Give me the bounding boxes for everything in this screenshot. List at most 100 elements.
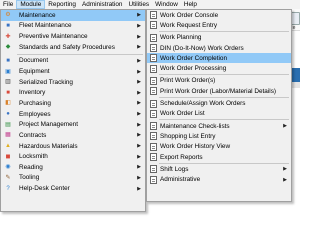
truck-icon: ■ xyxy=(6,22,10,29)
module-item-maintenance[interactable]: ⚙ Maintenance ▶ xyxy=(1,10,145,21)
document-icon xyxy=(149,99,157,108)
menu-window[interactable]: Window xyxy=(152,0,181,9)
module-item-label: Maintenance xyxy=(19,11,56,19)
module-item-label: Purchasing xyxy=(19,99,51,107)
maintenance-item-export-reports[interactable]: Export Reports xyxy=(147,152,291,162)
module-item-label: Help-Desk Center xyxy=(19,185,70,193)
maintenance-item-label: Print Work Order(s) xyxy=(160,77,216,85)
module-item-project-management[interactable]: ▤ Project Management ▶ xyxy=(1,119,145,130)
module-item-employees[interactable]: ● Employees ▶ xyxy=(1,109,145,120)
gauge-icon: ◉ xyxy=(5,164,11,171)
document-icon xyxy=(149,122,157,131)
maintenance-item-shift-logs[interactable]: Shift Logs ▶ xyxy=(147,164,291,174)
module-item-fleet-maintenance[interactable]: ■ Fleet Maintenance ▶ xyxy=(1,21,145,32)
maintenance-item-label: Work Order Processing xyxy=(160,65,227,73)
document-icon xyxy=(149,64,157,73)
module-item-equipment[interactable]: ▣ Equipment ▶ xyxy=(1,66,145,77)
maintenance-submenu: Work Order Console Work Request Entry Work… xyxy=(146,9,292,202)
document-icon xyxy=(149,44,157,53)
maintenance-item-label: Work Order Completion xyxy=(160,54,228,62)
maintenance-item-din-do-it-now-work-orders[interactable]: DIN (Do-It-Now) Work Orders xyxy=(147,43,291,53)
chevron-right-icon: ▶ xyxy=(137,44,141,51)
menu-reporting[interactable]: Reporting xyxy=(45,0,79,9)
chevron-right-icon: ▶ xyxy=(283,166,287,173)
hazard-icon: ▲ xyxy=(5,143,11,149)
module-item-label: Standards and Safety Procedures xyxy=(19,43,115,51)
tool-icon: ✎ xyxy=(5,174,11,181)
chevron-right-icon: ▶ xyxy=(137,79,141,86)
menu-administration[interactable]: Administration xyxy=(79,0,126,9)
module-item-preventive-maintenance[interactable]: ✚ Preventive Maintenance ▶ xyxy=(1,31,145,42)
module-item-serialized-tracking[interactable]: ▥ Serialized Tracking ▶ xyxy=(1,77,145,88)
document-icon xyxy=(149,54,157,63)
maintenance-item-label: Shopping List Entry xyxy=(160,132,216,140)
module-item-document[interactable]: ■ Document ▶ xyxy=(1,56,145,67)
module-item-standards-and-safety-procedures[interactable]: ◆ Standards and Safety Procedures ▶ xyxy=(1,42,145,53)
module-item-reading[interactable]: ◉ Reading ▶ xyxy=(1,162,145,173)
folder-icon: ■ xyxy=(6,57,10,64)
chevron-right-icon: ▶ xyxy=(137,121,141,128)
maintenance-item-label: Schedule/Assign Work Orders xyxy=(160,100,246,108)
chart-icon: ▤ xyxy=(5,121,11,128)
module-item-label: Fleet Maintenance xyxy=(19,22,72,30)
chevron-right-icon: ▶ xyxy=(137,89,141,96)
maintenance-item-work-planning[interactable]: Work Planning xyxy=(147,33,291,43)
maintenance-item-label: Maintenance Check-lists xyxy=(160,122,230,130)
maintenance-item-maintenance-check-lists[interactable]: Maintenance Check-lists ▶ xyxy=(147,121,291,131)
document-icon xyxy=(149,11,157,20)
gear-icon: ⚙ xyxy=(5,12,11,19)
menu-module[interactable]: Module xyxy=(16,0,46,9)
cart-icon: ◧ xyxy=(5,100,11,107)
document-icon xyxy=(149,132,157,141)
maintenance-item-work-order-processing[interactable]: Work Order Processing xyxy=(147,63,291,73)
chevron-right-icon: ▶ xyxy=(137,22,141,29)
module-item-hazardous-materials[interactable]: ▲ Hazardous Materials ▶ xyxy=(1,141,145,152)
maintenance-item-work-order-console[interactable]: Work Order Console xyxy=(147,10,291,20)
module-item-locksmith[interactable]: ◼ Locksmith ▶ xyxy=(1,151,145,162)
module-item-help-desk-center[interactable]: ? Help-Desk Center ▶ xyxy=(1,183,145,194)
module-item-contracts[interactable]: ▦ Contracts ▶ xyxy=(1,130,145,141)
maintenance-item-label: Work Order List xyxy=(160,110,205,118)
maintenance-item-work-order-completion[interactable]: Work Order Completion xyxy=(147,53,291,64)
document-icon xyxy=(149,76,157,85)
module-item-label: Equipment xyxy=(19,68,50,76)
maintenance-item-shopping-list-entry[interactable]: Shopping List Entry xyxy=(147,131,291,141)
chevron-right-icon: ▶ xyxy=(137,185,141,192)
maintenance-item-work-order-list[interactable]: Work Order List xyxy=(147,109,291,119)
chevron-right-icon: ▶ xyxy=(137,174,141,181)
box-icon: ■ xyxy=(6,89,10,96)
chevron-right-icon: ▶ xyxy=(137,68,141,75)
maintenance-item-label: DIN (Do-It-Now) Work Orders xyxy=(160,44,244,52)
chevron-right-icon: ▶ xyxy=(137,57,141,64)
module-item-label: Document xyxy=(19,57,49,65)
menu-bar: File Module Reporting Administration Utiliti… xyxy=(0,0,300,9)
menu-separator xyxy=(17,53,143,55)
module-item-tooling[interactable]: ✎ Tooling ▶ xyxy=(1,173,145,184)
chevron-right-icon: ▶ xyxy=(137,132,141,139)
wrench-icon: ✚ xyxy=(5,33,11,40)
maintenance-item-work-order-history-view[interactable]: Work Order History View xyxy=(147,142,291,152)
document-icon xyxy=(149,142,157,151)
maintenance-item-label: Administrative xyxy=(160,176,201,184)
maintenance-item-label: Work Order Console xyxy=(160,11,219,19)
module-item-purchasing[interactable]: ◧ Purchasing ▶ xyxy=(1,98,145,109)
maintenance-item-administrative[interactable]: Administrative ▶ xyxy=(147,174,291,184)
module-item-label: Employees xyxy=(19,110,51,118)
menu-help[interactable]: Help xyxy=(181,0,200,9)
module-item-label: Project Management xyxy=(19,121,78,129)
maintenance-item-label: Print Work Order (Labor/Material Details… xyxy=(160,87,277,95)
menu-file[interactable]: File xyxy=(0,0,16,9)
person-icon: ● xyxy=(6,111,10,118)
chevron-right-icon: ▶ xyxy=(137,33,141,40)
maintenance-item-label: Shift Logs xyxy=(160,165,189,173)
module-item-label: Tooling xyxy=(19,174,40,182)
module-item-label: Contracts xyxy=(19,131,47,139)
maintenance-item-schedule-assign-work-orders[interactable]: Schedule/Assign Work Orders xyxy=(147,98,291,108)
maintenance-item-print-work-order-labor-material-details[interactable]: Print Work Order (Labor/Material Details… xyxy=(147,86,291,96)
document-icon xyxy=(149,165,157,174)
module-item-inventory[interactable]: ■ Inventory ▶ xyxy=(1,87,145,98)
maintenance-item-print-work-order-s[interactable]: Print Work Order(s) xyxy=(147,76,291,86)
chevron-right-icon: ▶ xyxy=(283,123,287,130)
menu-utilities[interactable]: Utilities xyxy=(126,0,153,9)
maintenance-item-work-request-entry[interactable]: Work Request Entry xyxy=(147,20,291,30)
